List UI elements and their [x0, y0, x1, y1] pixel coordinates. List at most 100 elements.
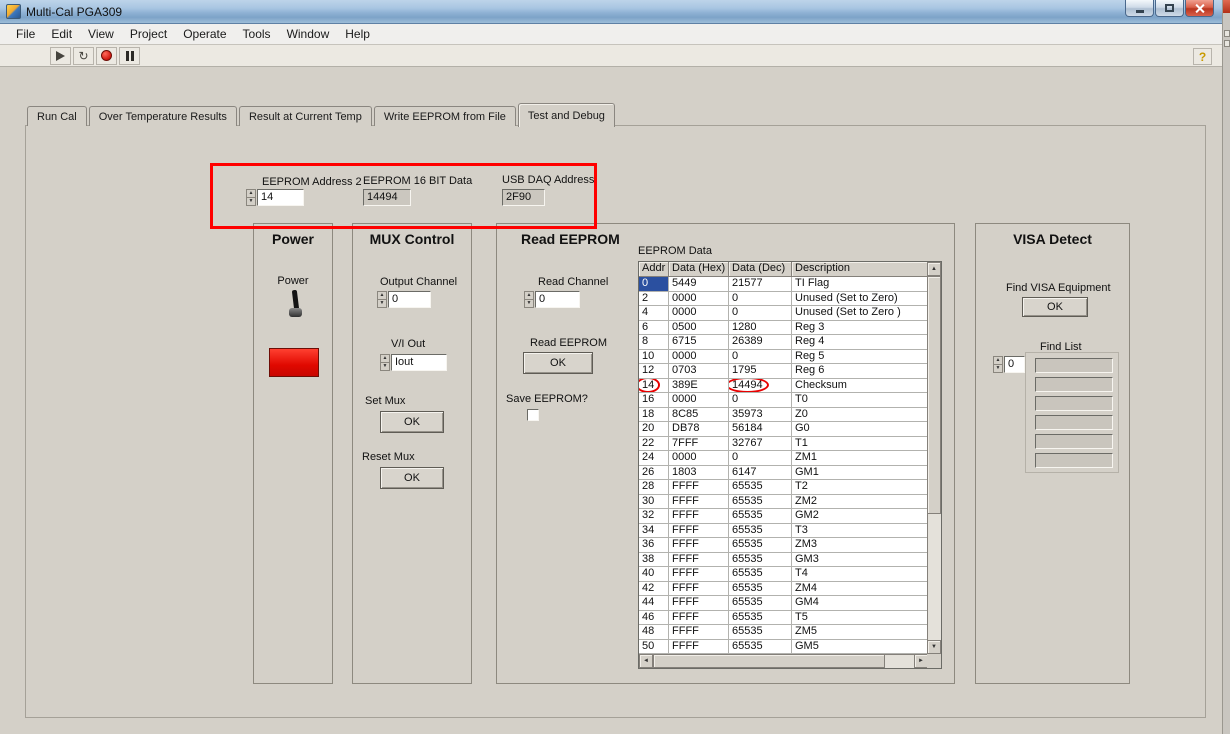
- find-list-index-input[interactable]: 0: [1004, 356, 1025, 373]
- table-cell[interactable]: 48: [639, 625, 669, 640]
- table-cell[interactable]: 65535: [729, 639, 792, 654]
- table-cell[interactable]: Z0: [792, 408, 927, 422]
- table-cell[interactable]: GM4: [792, 596, 927, 611]
- find-visa-equipment-button[interactable]: OK: [1022, 297, 1088, 317]
- set-mux-button[interactable]: OK: [380, 411, 444, 433]
- table-cell[interactable]: 0000: [669, 306, 729, 321]
- table-cell[interactable]: T4: [792, 567, 927, 582]
- table-row[interactable]: 38 FFFF 65535 GM3: [639, 552, 927, 567]
- table-cell[interactable]: Reg 3: [792, 321, 927, 335]
- scroll-down-icon[interactable]: ▼: [927, 640, 941, 654]
- table-cell[interactable]: Reg 4: [792, 335, 927, 350]
- table-row[interactable]: 34 FFFF 65535 T3: [639, 523, 927, 538]
- table-cell[interactable]: 32: [639, 509, 669, 524]
- title-bar[interactable]: Multi-Cal PGA309: [0, 0, 1230, 24]
- table-cell[interactable]: 6: [639, 320, 669, 335]
- table-cell[interactable]: 65535: [729, 538, 792, 553]
- table-row[interactable]: 36 FFFF 65535 ZM3: [639, 538, 927, 553]
- column-header-data-hex[interactable]: Data (Hex): [669, 262, 729, 277]
- read-eeprom-button[interactable]: OK: [523, 352, 593, 374]
- table-cell[interactable]: T2: [792, 480, 927, 495]
- table-cell[interactable]: FFFF: [669, 552, 729, 567]
- table-cell[interactable]: 8: [639, 335, 669, 350]
- table-row[interactable]: 8 6715 26389 Reg 4: [639, 335, 927, 350]
- table-cell[interactable]: 65535: [729, 610, 792, 625]
- table-cell[interactable]: 65535: [729, 625, 792, 640]
- vertical-scroll-thumb[interactable]: [927, 276, 941, 514]
- find-list-index-control[interactable]: ▲ ▼ 0: [993, 356, 1025, 373]
- table-cell[interactable]: 7FFF: [669, 436, 729, 451]
- table-cell[interactable]: FFFF: [669, 581, 729, 596]
- table-cell[interactable]: 0703: [669, 364, 729, 379]
- table-cell[interactable]: 10: [639, 349, 669, 364]
- table-cell[interactable]: ZM3: [792, 538, 927, 553]
- scroll-up-icon[interactable]: ▲: [927, 262, 941, 276]
- table-row[interactable]: 14 389E 14494 Checksum: [639, 378, 927, 393]
- table-row[interactable]: 24 0000 0 ZM1: [639, 451, 927, 466]
- table-cell[interactable]: 42: [639, 581, 669, 596]
- table-cell[interactable]: 65535: [729, 596, 792, 611]
- tab-test-and-debug[interactable]: Test and Debug: [517, 103, 615, 127]
- table-cell[interactable]: 1803: [669, 465, 729, 480]
- output-channel-control[interactable]: ▲ ▼ 0: [377, 291, 431, 308]
- table-cell[interactable]: T0: [792, 393, 927, 408]
- output-channel-input[interactable]: 0: [388, 291, 431, 308]
- table-cell[interactable]: 22: [639, 436, 669, 451]
- table-cell[interactable]: 36: [639, 538, 669, 553]
- eeprom-address2-input[interactable]: 14: [257, 189, 304, 206]
- table-row[interactable]: 32 FFFF 65535 GM2: [639, 509, 927, 524]
- table-cell[interactable]: FFFF: [669, 596, 729, 611]
- table-row[interactable]: 0 5449 21577 TI Flag: [639, 277, 927, 292]
- table-row[interactable]: 12 0703 1795 Reg 6: [639, 364, 927, 379]
- table-cell[interactable]: 44: [639, 596, 669, 611]
- tab-result-at-current-temp[interactable]: Result at Current Temp: [238, 106, 372, 126]
- table-row[interactable]: 50 FFFF 65535 GM5: [639, 639, 927, 654]
- table-cell[interactable]: FFFF: [669, 625, 729, 640]
- minimize-button[interactable]: [1125, 0, 1154, 17]
- table-cell[interactable]: FFFF: [669, 610, 729, 625]
- table-cell[interactable]: ZM5: [792, 625, 927, 640]
- table-row[interactable]: 46 FFFF 65535 T5: [639, 610, 927, 625]
- table-row[interactable]: 28 FFFF 65535 T2: [639, 480, 927, 495]
- table-cell[interactable]: T3: [792, 524, 927, 538]
- table-cell[interactable]: 0000: [669, 349, 729, 364]
- reset-mux-button[interactable]: OK: [380, 467, 444, 489]
- table-cell[interactable]: FFFF: [669, 538, 729, 553]
- abort-button[interactable]: [96, 46, 117, 65]
- menu-project[interactable]: Project: [122, 25, 175, 43]
- increment-decrement-icon[interactable]: ▲ ▼: [246, 189, 256, 206]
- table-cell[interactable]: 21577: [729, 277, 792, 292]
- run-continuous-button[interactable]: ↻: [73, 46, 94, 65]
- table-cell[interactable]: 28: [639, 480, 669, 495]
- menu-window[interactable]: Window: [279, 25, 338, 43]
- pause-button[interactable]: [119, 46, 140, 65]
- table-row[interactable]: 20 DB78 56184 G0: [639, 422, 927, 437]
- table-cell[interactable]: 18: [639, 407, 669, 422]
- table-cell[interactable]: 6715: [669, 335, 729, 350]
- table-row[interactable]: 6 0500 1280 Reg 3: [639, 320, 927, 335]
- close-button[interactable]: [1185, 0, 1214, 17]
- table-row[interactable]: 4 0000 0 Unused (Set to Zero ): [639, 306, 927, 321]
- table-cell[interactable]: FFFF: [669, 639, 729, 654]
- table-cell[interactable]: 1795: [729, 364, 792, 379]
- tab-run-cal[interactable]: Run Cal: [27, 106, 87, 126]
- table-cell[interactable]: 65535: [729, 509, 792, 524]
- table-cell[interactable]: 26: [639, 465, 669, 480]
- table-cell[interactable]: 0000: [669, 393, 729, 408]
- table-cell[interactable]: 0: [729, 393, 792, 408]
- table-row[interactable]: 10 0000 0 Reg 5: [639, 349, 927, 364]
- eeprom-address2-control[interactable]: ▲ ▼ 14: [246, 189, 304, 206]
- horizontal-scrollbar[interactable]: ◄ ►: [639, 654, 928, 668]
- column-header-description[interactable]: Description: [792, 262, 927, 277]
- menu-file[interactable]: File: [8, 25, 43, 43]
- increment-decrement-icon[interactable]: ▲ ▼: [993, 356, 1003, 373]
- vertical-scrollbar[interactable]: ▲ ▼: [927, 262, 941, 654]
- table-cell[interactable]: TI Flag: [792, 277, 927, 292]
- table-row[interactable]: 42 FFFF 65535 ZM4: [639, 581, 927, 596]
- table-cell[interactable]: GM5: [792, 640, 927, 654]
- scroll-left-icon[interactable]: ◄: [639, 654, 653, 668]
- table-cell[interactable]: 0000: [669, 451, 729, 466]
- table-cell[interactable]: GM1: [792, 466, 927, 480]
- table-cell[interactable]: 14: [639, 378, 669, 393]
- horizontal-scroll-thumb[interactable]: [653, 654, 885, 668]
